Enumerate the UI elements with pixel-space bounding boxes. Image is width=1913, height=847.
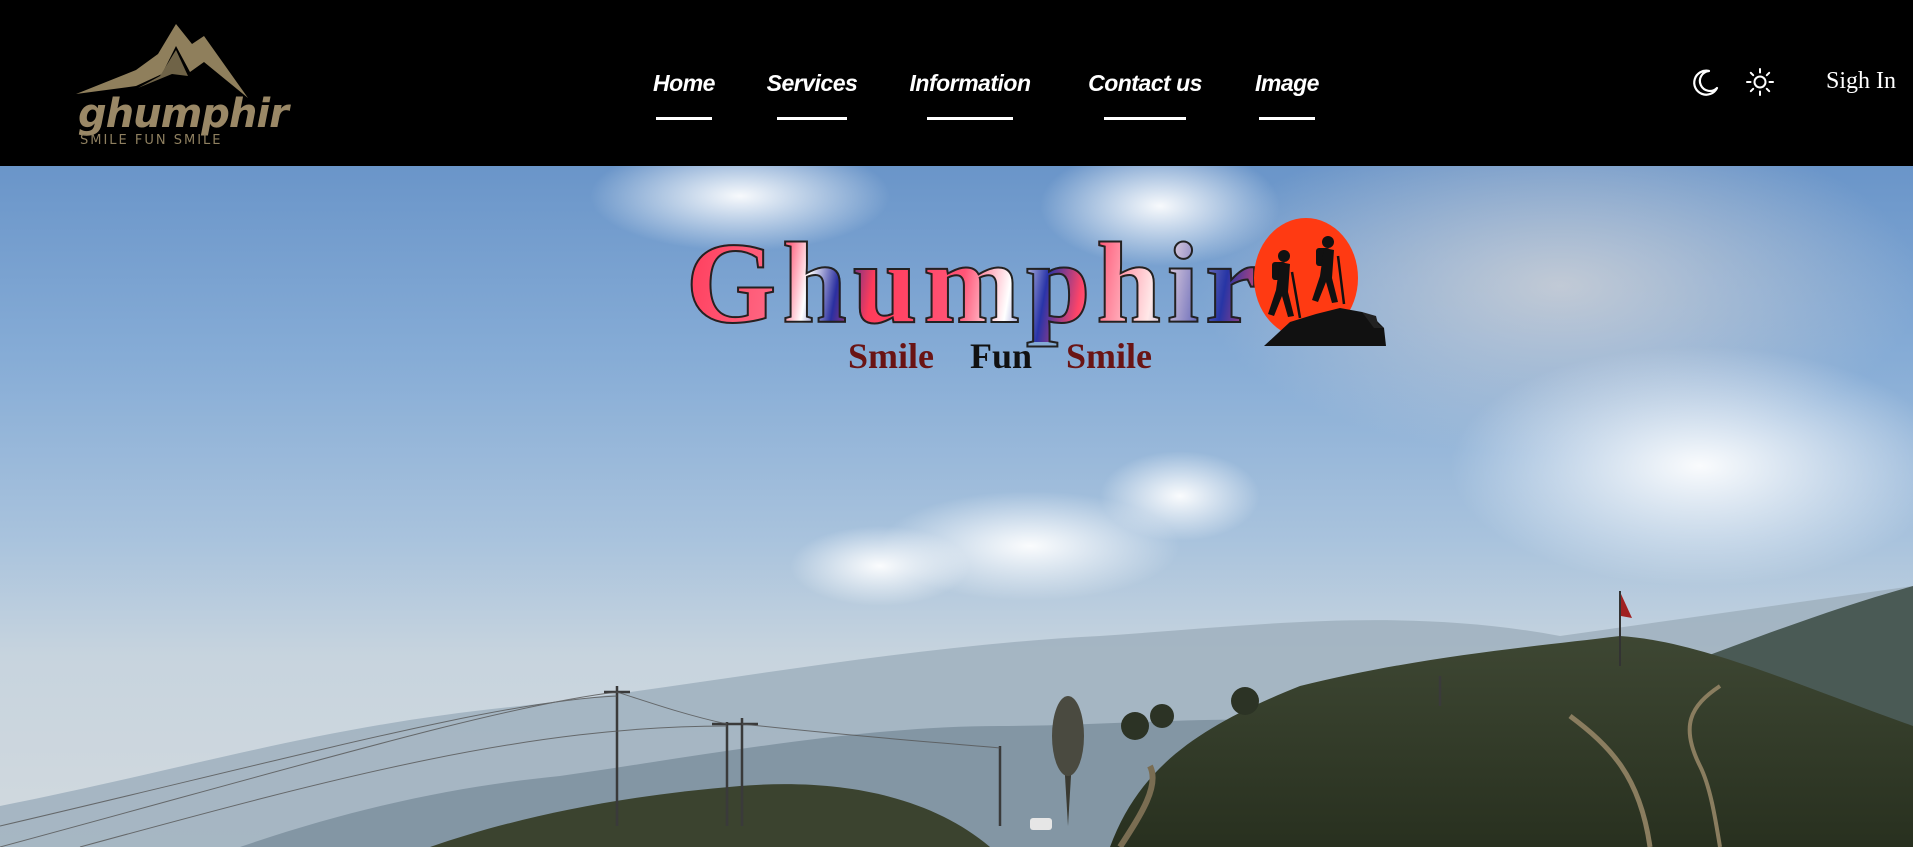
nav-underline <box>656 117 712 120</box>
nav-services[interactable]: Services <box>764 70 860 122</box>
sun-icon[interactable] <box>1744 66 1776 98</box>
hero-subtitle-word: Smile <box>848 336 934 376</box>
logo-wordmark: ghumphir <box>78 91 289 137</box>
moon-icon[interactable] <box>1690 66 1722 98</box>
nav-information-label: Information <box>909 70 1032 96</box>
logo-tagline: SMILE FUN SMILE <box>80 133 223 148</box>
hero-title: Ghumphir <box>685 220 1263 348</box>
hero-banner: Ghumphir Smile Fun Smile <box>0 166 1913 847</box>
nav-services-label: Services <box>766 70 858 96</box>
nav-underline <box>1259 117 1315 120</box>
nav-image-label: Image <box>1255 70 1319 96</box>
nav-image[interactable]: Image <box>1250 70 1324 122</box>
nav-underline <box>777 117 847 120</box>
site-logo[interactable]: ghumphir SMILE FUN SMILE <box>76 24 289 150</box>
nav-information[interactable]: Information <box>906 70 1034 122</box>
hero-subtitle-word: Fun <box>970 336 1033 376</box>
sign-in-link[interactable]: Sigh In <box>1826 68 1896 95</box>
nav-home[interactable]: Home <box>650 70 718 122</box>
nav-contact-us[interactable]: Contact us <box>1082 70 1208 122</box>
nav-underline <box>927 117 1013 120</box>
nav-underline <box>1104 117 1186 120</box>
hikers-on-sunset-icon <box>1250 216 1390 346</box>
hero-subtitle-word: Smile <box>1066 336 1152 376</box>
nav-contact-us-label: Contact us <box>1088 70 1202 96</box>
nav-home-label: Home <box>653 70 715 96</box>
top-navbar: ghumphir SMILE FUN SMILE Home Services I… <box>0 0 1913 166</box>
